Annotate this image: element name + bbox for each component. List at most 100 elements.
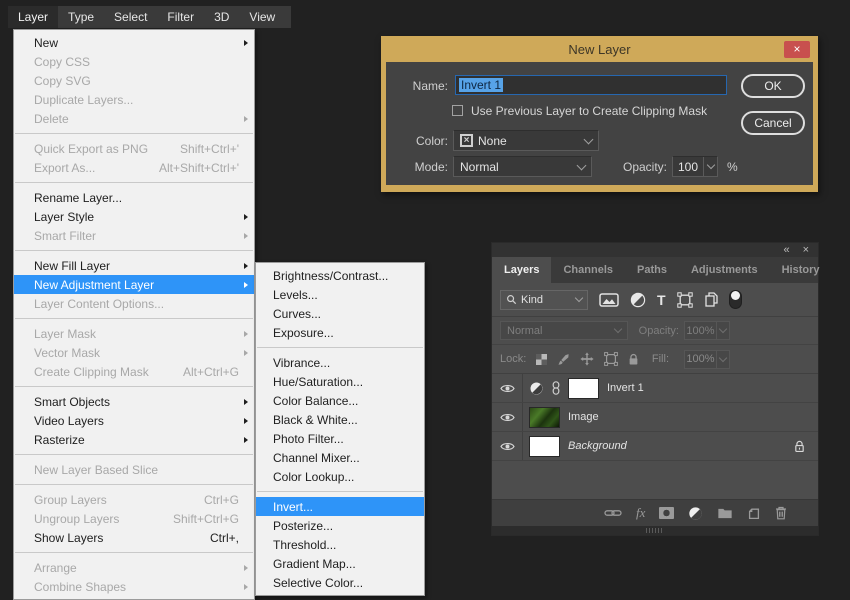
lock-transparency-icon[interactable]: [536, 354, 547, 365]
layer-menu-item-rasterize[interactable]: Rasterize: [14, 430, 254, 449]
fill-input: 100%: [684, 350, 730, 369]
mode-dropdown[interactable]: Normal: [453, 156, 592, 177]
layer-menu-item-quick-export-as-png: Quick Export as PNGShift+Ctrl+': [14, 139, 254, 158]
tab-channels[interactable]: Channels: [551, 257, 625, 283]
opacity-input[interactable]: 100: [672, 156, 718, 177]
lock-all-icon[interactable]: [628, 353, 639, 366]
menu-item-shortcut: Alt+Shift+Ctrl+': [143, 161, 239, 175]
menubar-item-select[interactable]: Select: [104, 6, 157, 28]
layer-row-image[interactable]: Image: [492, 403, 818, 432]
opacity-label: Opacity:: [623, 160, 667, 174]
adjustment-submenu-item-curves[interactable]: Curves...: [256, 304, 424, 323]
opacity-unit: %: [727, 160, 738, 174]
adjustment-submenu-item-hue-saturation[interactable]: Hue/Saturation...: [256, 372, 424, 391]
adjustment-submenu-item-posterize[interactable]: Posterize...: [256, 516, 424, 535]
panel-bottom-bar: fx: [492, 499, 818, 526]
layer-mask-thumbnail[interactable]: [568, 378, 599, 399]
lock-frame-icon[interactable]: [604, 352, 618, 366]
clipping-mask-checkbox[interactable]: [452, 105, 463, 116]
delete-layer-icon[interactable]: [775, 506, 787, 520]
smart-object-filter-icon[interactable]: [704, 292, 719, 307]
cancel-button[interactable]: Cancel: [741, 111, 805, 135]
close-panel-icon[interactable]: ×: [803, 244, 809, 257]
menubar-item-3d[interactable]: 3D: [204, 6, 239, 28]
menu-item-label: Posterize...: [273, 519, 333, 533]
type-layer-filter-icon[interactable]: T: [657, 293, 666, 307]
adjustment-submenu-item-selective-color[interactable]: Selective Color...: [256, 573, 424, 592]
layer-menu-item-layer-style[interactable]: Layer Style: [14, 207, 254, 226]
adjustment-submenu-item-channel-mixer[interactable]: Channel Mixer...: [256, 448, 424, 467]
adjustment-submenu-item-color-lookup[interactable]: Color Lookup...: [256, 467, 424, 486]
submenu-arrow-icon: [239, 214, 248, 220]
name-input[interactable]: Invert 1: [455, 75, 727, 95]
color-dropdown[interactable]: × None: [453, 130, 599, 151]
menubar-item-filter[interactable]: Filter: [157, 6, 204, 28]
chevron-down-icon: [706, 161, 714, 169]
collapse-panel-icon[interactable]: «: [783, 244, 789, 257]
layer-menu-item-new[interactable]: New: [14, 33, 254, 52]
tab-history[interactable]: History: [770, 257, 832, 283]
adjustment-layer-filter-icon[interactable]: [630, 292, 646, 308]
submenu-arrow-icon: [239, 399, 248, 405]
layer-thumbnail[interactable]: [529, 407, 560, 428]
menu-item-label: Arrange: [34, 561, 77, 575]
shape-layer-filter-icon[interactable]: [677, 292, 693, 308]
new-group-icon[interactable]: [717, 507, 733, 519]
adjustment-submenu-item-black-white[interactable]: Black & White...: [256, 410, 424, 429]
layer-menu-item-smart-objects[interactable]: Smart Objects: [14, 392, 254, 411]
adjustment-submenu-item-brightness-contrast[interactable]: Brightness/Contrast...: [256, 266, 424, 285]
adjustment-submenu-item-levels[interactable]: Levels...: [256, 285, 424, 304]
menu-item-shortcut: Ctrl+,: [194, 531, 239, 545]
lock-position-icon[interactable]: [580, 352, 594, 366]
menu-item-label: Copy SVG: [34, 74, 91, 88]
layer-menu-item-new-fill-layer[interactable]: New Fill Layer: [14, 256, 254, 275]
layer-menu-item-new-adjustment-layer[interactable]: New Adjustment Layer: [14, 275, 254, 294]
pixel-layer-filter-icon[interactable]: [599, 293, 619, 307]
layer-menu-item-video-layers[interactable]: Video Layers: [14, 411, 254, 430]
tab-layers[interactable]: Layers: [492, 257, 551, 283]
layer-menu-item-create-clipping-mask: Create Clipping MaskAlt+Ctrl+G: [14, 362, 254, 381]
menubar-item-view[interactable]: View: [239, 6, 285, 28]
close-button[interactable]: ×: [784, 41, 810, 58]
adjustment-submenu-item-color-balance[interactable]: Color Balance...: [256, 391, 424, 410]
kind-filter-dropdown[interactable]: Kind: [500, 290, 588, 310]
filter-toggle-switch[interactable]: [730, 291, 741, 308]
visibility-toggle[interactable]: [492, 374, 523, 402]
menu-item-label: Hue/Saturation...: [273, 375, 363, 389]
chevron-down-icon: [719, 353, 727, 361]
tab-paths[interactable]: Paths: [625, 257, 679, 283]
menu-item-label: Brightness/Contrast...: [273, 269, 388, 283]
link-layers-icon[interactable]: [604, 508, 622, 518]
adjustment-submenu-item-photo-filter[interactable]: Photo Filter...: [256, 429, 424, 448]
adjustment-submenu-item-gradient-map[interactable]: Gradient Map...: [256, 554, 424, 573]
layer-menu-item-show-layers[interactable]: Show LayersCtrl+,: [14, 528, 254, 547]
opacity-stepper[interactable]: [703, 157, 717, 176]
adjustment-submenu-item-vibrance[interactable]: Vibrance...: [256, 353, 424, 372]
layer-menu-separator: [15, 454, 253, 455]
adjustment-submenu-item-exposure[interactable]: Exposure...: [256, 323, 424, 342]
new-layer-icon[interactable]: [747, 506, 761, 520]
menu-item-label: Exposure...: [273, 326, 334, 340]
layer-menu-item-vector-mask: Vector Mask: [14, 343, 254, 362]
menubar-item-layer[interactable]: Layer: [8, 6, 58, 28]
ok-button[interactable]: OK: [741, 74, 805, 98]
visibility-toggle[interactable]: [492, 432, 523, 460]
new-adjustment-layer-icon[interactable]: [688, 506, 703, 521]
layer-style-fx-icon[interactable]: fx: [636, 505, 645, 521]
tab-adjustments[interactable]: Adjustments: [679, 257, 770, 283]
layer-menu-separator: [15, 250, 253, 251]
add-layer-mask-icon[interactable]: [659, 507, 674, 519]
adjustment-submenu-item-invert[interactable]: Invert...: [256, 497, 424, 516]
layer-thumbnail[interactable]: [529, 436, 560, 457]
name-value-selected: Invert 1: [459, 78, 503, 92]
visibility-toggle[interactable]: [492, 403, 523, 431]
lock-paint-icon[interactable]: [557, 353, 570, 366]
menubar-item-type[interactable]: Type: [58, 6, 104, 28]
layer-menu-item-rename-layer[interactable]: Rename Layer...: [14, 188, 254, 207]
adjustment-submenu-item-threshold[interactable]: Threshold...: [256, 535, 424, 554]
panel-resize-grip[interactable]: [492, 526, 818, 535]
chevron-down-icon: [614, 325, 622, 333]
layer-row-background[interactable]: Background: [492, 432, 818, 461]
layer-row-invert-1[interactable]: Invert 1: [492, 374, 818, 403]
menu-item-label: Duplicate Layers...: [34, 93, 133, 107]
